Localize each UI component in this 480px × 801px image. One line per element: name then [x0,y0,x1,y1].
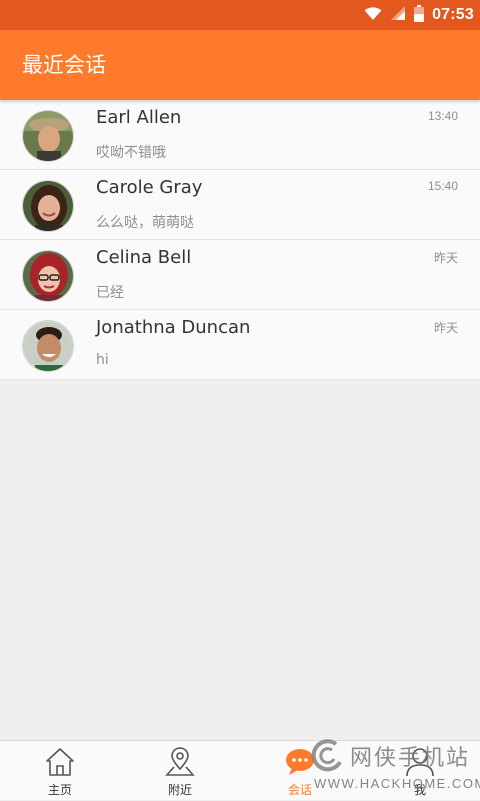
conversation-item[interactable]: Celina Bell 已经 昨天 [0,240,480,310]
last-message: 已经 [96,285,124,301]
home-icon [44,747,76,777]
nav-label: 主页 [47,783,72,797]
nav-item-nearby[interactable]: 附近 [120,741,240,801]
message-time: 15:40 [427,179,458,193]
last-message: 哎呦不错哦 [96,145,166,161]
person-icon [404,747,436,777]
wifi-icon [364,6,382,25]
bottom-navigation: 主页 附近 会话 我 [0,740,480,800]
chat-bubble-icon [284,747,316,777]
message-time: 昨天 [433,321,458,335]
contact-name: Jonathna Duncan [96,317,251,338]
contact-name: Carole Gray [96,177,203,198]
contact-name: Celina Bell [96,247,192,268]
last-message: hi [96,352,109,368]
battery-icon [414,4,425,26]
conversation-item[interactable]: Jonathna Duncan hi 昨天 [0,310,480,380]
last-message: 么么哒，萌萌哒 [96,215,194,231]
message-time: 13:40 [427,109,458,123]
page-title: 最近会话 [22,53,106,77]
nav-item-me[interactable]: 我 [360,741,480,801]
nav-label: 会话 [287,783,312,797]
status-icons: 07:53 [364,0,474,30]
app-bar: 最近会话 [0,30,480,100]
conversation-item[interactable]: Carole Gray 么么哒，萌萌哒 15:40 [0,170,480,240]
conversation-item[interactable]: Earl Allen 哎呦不错哦 13:40 [0,100,480,170]
conversation-list: Earl Allen 哎呦不错哦 13:40 Carole Gray 么么哒，萌… [0,100,480,380]
nav-label: 附近 [167,783,192,797]
nav-item-home[interactable]: 主页 [0,741,120,801]
avatar-earl-allen [22,110,74,162]
location-pin-icon [164,747,196,777]
message-time: 昨天 [433,251,458,265]
avatar-carole-gray [22,180,74,232]
status-time: 07:53 [432,6,474,23]
avatar-jonathna-duncan [22,320,74,372]
nav-label: 我 [413,783,426,797]
status-bar: 07:53 [0,0,480,30]
avatar-celina-bell [22,250,74,302]
signal-icon [390,5,406,25]
nav-item-conversations[interactable]: 会话 [240,741,360,801]
contact-name: Earl Allen [96,107,182,128]
